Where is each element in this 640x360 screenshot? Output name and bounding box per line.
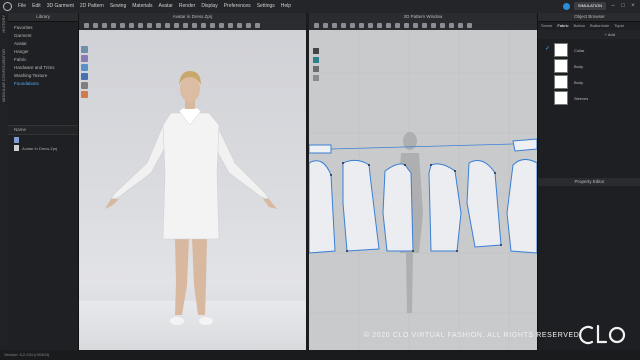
library-item-fabric[interactable]: Fabric (14, 56, 78, 64)
simulation-button[interactable]: SIMULATION (573, 2, 606, 10)
menu-file[interactable]: File (18, 0, 26, 13)
menu-preferences[interactable]: Preferences (224, 0, 251, 13)
tab-button[interactable]: Button (573, 22, 585, 30)
fabric-item[interactable]: Sleeves (554, 91, 588, 105)
window-controls: SIMULATION – □ × (562, 2, 636, 10)
menu-materials[interactable]: Materials (132, 0, 152, 13)
add-label: Add (607, 32, 615, 37)
add-button[interactable]: + Add (605, 32, 615, 37)
library-files: Name Avatar in Dress.Zprj (8, 125, 78, 151)
2d-pattern-window[interactable]: 2D Pattern Window (309, 13, 537, 350)
avatar-in-dress[interactable] (79, 13, 306, 350)
object-browser-panel: Object Browser Scene Fabric Button Butto… (537, 13, 640, 350)
library-list: Favorites Garment Avatar Hanger Fabric H… (8, 22, 78, 88)
fabric-swatch (554, 91, 568, 105)
tab-modular-configurator[interactable]: MODULAR CONFIGURATOR (1, 49, 6, 102)
tab-fabric[interactable]: Fabric (557, 22, 568, 30)
arrange-tool-icon (313, 75, 319, 81)
pattern-collar-right (512, 138, 537, 152)
library-item-favorites[interactable]: Favorites (14, 24, 78, 32)
fabric-swatch (554, 43, 568, 57)
fabric-item[interactable]: Collar (554, 43, 584, 57)
tab-buttonhole[interactable]: Buttonhole (590, 22, 609, 30)
copyright-text: © 2020 CLO VIRTUAL FASHION. ALL RIGHTS R… (364, 332, 582, 339)
fabric-item[interactable]: Body (554, 75, 583, 89)
file-name: Avatar in Dress.Zprj (22, 145, 58, 151)
avatar-hand-right (263, 199, 277, 209)
fabric-item[interactable]: Body (554, 59, 583, 73)
object-browser-toolbar: + Add (538, 30, 640, 39)
clo-logo (579, 324, 626, 345)
pattern-sleeve-right (466, 160, 502, 248)
sewing-tool-icon (313, 66, 319, 72)
library-item-foundations[interactable]: Foundations (14, 80, 78, 88)
fabric-label: Body (574, 63, 584, 69)
fabric-label: Sleeves (574, 95, 589, 101)
library-panel: Library Favorites Garment Avatar Hanger … (8, 13, 79, 350)
dress-body (162, 112, 220, 240)
menu-edit[interactable]: Edit (32, 0, 41, 13)
avatar-leg-right (192, 238, 207, 315)
avatar-shoe-right (199, 317, 213, 325)
fabric-label: Collar (574, 47, 585, 53)
fabric-label: Body (574, 79, 584, 85)
menu-sewing[interactable]: Sewing (110, 0, 126, 13)
file-row-folder[interactable] (8, 135, 78, 143)
tab-history[interactable]: HISTORY (1, 15, 6, 33)
avatar-hand-left (105, 199, 119, 209)
menu-display[interactable]: Display (201, 0, 217, 13)
menu-bar: File Edit 3D Garment 2D Pattern Sewing M… (0, 0, 640, 14)
library-item-hanger[interactable]: Hanger (14, 48, 78, 56)
file-row[interactable]: Avatar in Dress.Zprj (8, 143, 78, 151)
object-browser-tabs: Scene Fabric Button Buttonhole Topst (538, 22, 640, 30)
selected-check-icon: ✓ (545, 46, 551, 52)
pattern-collar-left (309, 144, 332, 154)
tab-topstitch[interactable]: Topst (614, 22, 624, 30)
avatar-leg-left (175, 238, 189, 315)
minimize-icon[interactable]: – (610, 3, 616, 9)
pattern-sleeve-far-right (506, 159, 537, 254)
library-item-washing-texture[interactable]: Washing Texture (14, 72, 78, 80)
3d-garment-window[interactable]: Avatar in Dress.Zprj (79, 13, 306, 350)
fabric-swatch (554, 59, 568, 73)
library-item-avatar[interactable]: Avatar (14, 40, 78, 48)
folder-icon (14, 137, 19, 143)
pattern-back (342, 159, 380, 252)
files-header: Name (8, 125, 78, 135)
menu-settings[interactable]: Settings (257, 0, 275, 13)
menu-list: File Edit 3D Garment 2D Pattern Sewing M… (18, 0, 291, 13)
menu-3d-garment[interactable]: 3D Garment (47, 0, 74, 13)
library-item-garment[interactable]: Garment (14, 32, 78, 40)
avatar-shoe-left (170, 317, 184, 325)
version-text: Version: 5.2.234 (r40304) (4, 352, 50, 357)
library-item-hardware[interactable]: Hardware and Trims (14, 64, 78, 72)
pattern-front-right (428, 163, 462, 252)
pattern-front-left (382, 163, 414, 252)
file-icon (14, 145, 19, 151)
clo-app-icon[interactable] (3, 2, 12, 11)
2d-side-tools (313, 48, 319, 81)
pattern-tool-icon (313, 57, 319, 63)
menu-render[interactable]: Render (179, 0, 195, 13)
menu-avatar[interactable]: Avatar (159, 0, 173, 13)
avatar-head (180, 76, 200, 102)
library-title: Library (8, 13, 78, 22)
cloud-icon[interactable] (562, 2, 570, 10)
object-browser-title: Object Browser (538, 13, 640, 22)
menu-help[interactable]: Help (281, 0, 291, 13)
close-icon[interactable]: × (630, 3, 636, 9)
select-icon (313, 48, 319, 54)
property-editor-title: Property Editor (538, 178, 640, 186)
tab-scene[interactable]: Scene (541, 22, 552, 30)
menu-2d-pattern[interactable]: 2D Pattern (80, 0, 104, 13)
fabric-swatch (554, 75, 568, 89)
status-bar: Version: 5.2.234 (r40304) (0, 350, 640, 360)
maximize-icon[interactable]: □ (620, 3, 626, 9)
pattern-canvas[interactable] (309, 13, 537, 350)
